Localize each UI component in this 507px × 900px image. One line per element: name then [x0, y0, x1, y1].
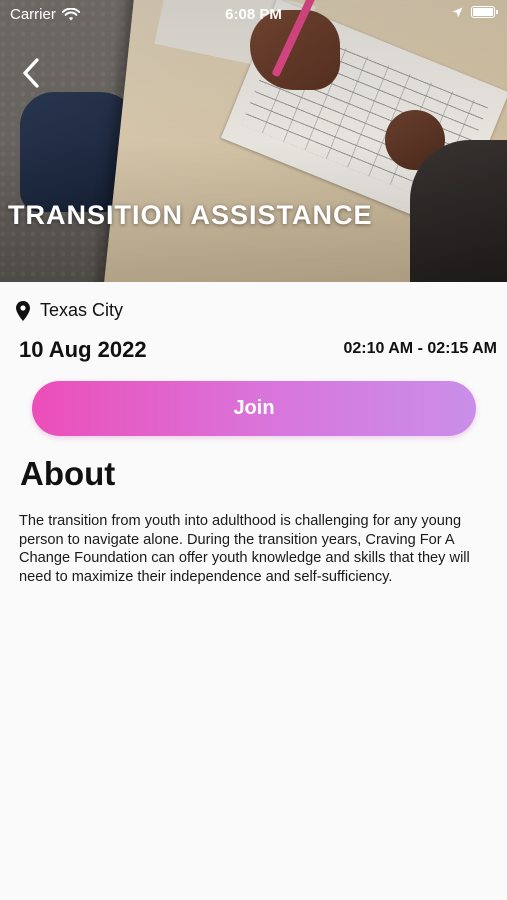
location-label: Texas City [40, 300, 124, 320]
about-heading: About [20, 455, 116, 492]
location-pin-icon [16, 300, 30, 321]
chevron-left-icon [23, 58, 39, 88]
event-time-range: 02:10 AM - 02:15 AM [343, 340, 497, 357]
event-title: TRANSITION ASSISTANCE [8, 200, 373, 230]
event-location: Texas City [16, 300, 123, 321]
event-date: 10 Aug 2022 [19, 337, 147, 362]
join-button[interactable]: Join [32, 381, 476, 436]
hero-image [0, 0, 507, 282]
back-button[interactable] [14, 54, 48, 92]
location-arrow-icon [452, 7, 463, 17]
status-time: 6:08 PM [225, 6, 282, 23]
battery-icon [471, 6, 498, 18]
about-description: The transition from youth into adulthood… [19, 513, 470, 585]
status-bar: Carrier 6:08 PM [0, 0, 507, 28]
